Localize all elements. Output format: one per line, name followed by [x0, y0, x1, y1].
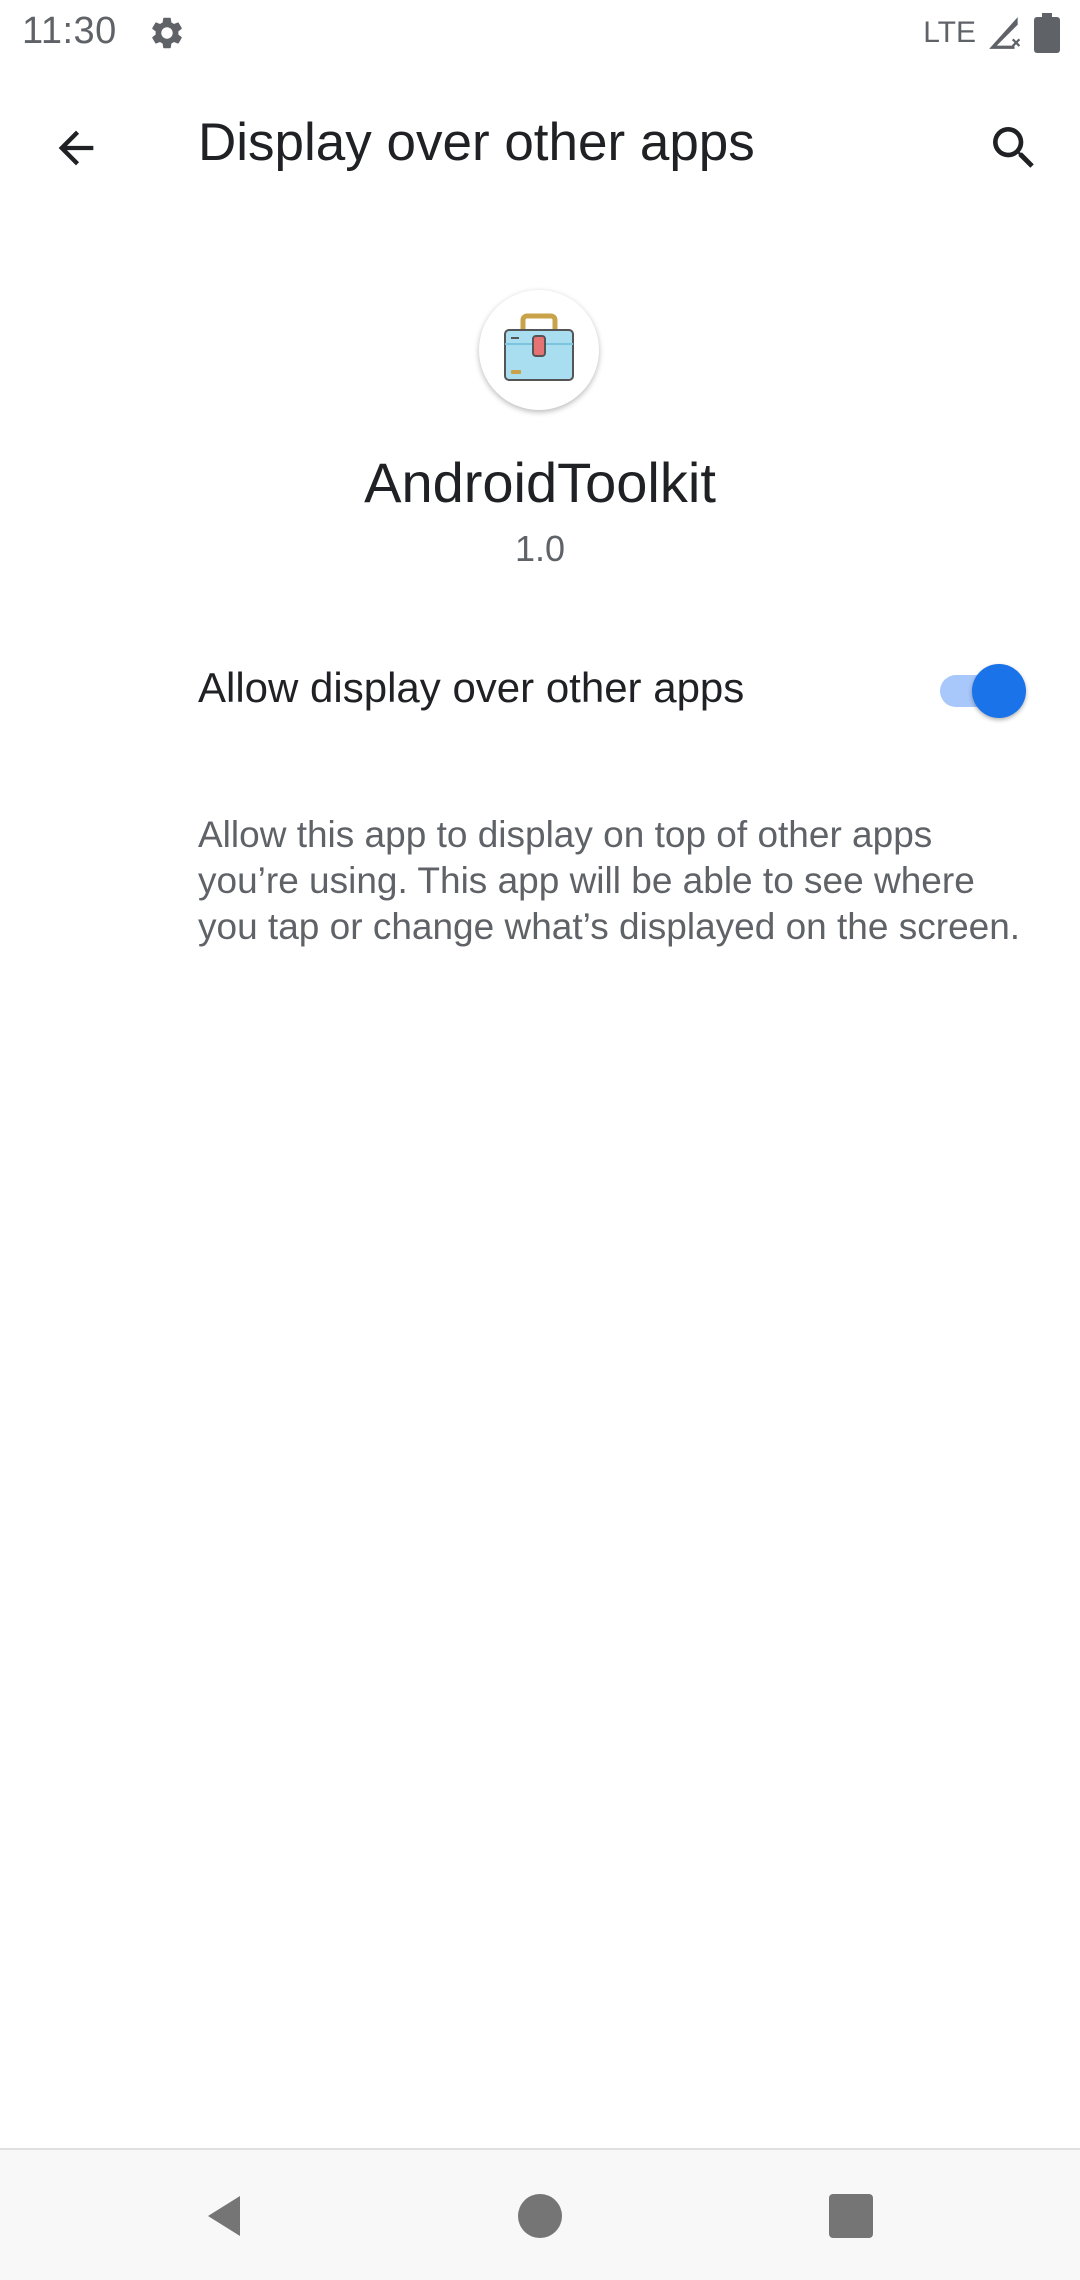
arrow-back-icon	[58, 130, 94, 166]
nav-recents-icon[interactable]	[829, 2194, 873, 2238]
toolbox-icon	[504, 313, 574, 381]
allow-overlay-switch[interactable]	[936, 660, 1028, 720]
allow-overlay-setting-row[interactable]: Allow display over other apps	[0, 640, 1080, 740]
signal-icon	[989, 17, 1021, 49]
setting-label: Allow display over other apps	[198, 664, 745, 711]
search-button[interactable]	[974, 108, 1054, 188]
app-icon	[479, 290, 599, 410]
nav-back-icon[interactable]	[202, 2192, 250, 2240]
status-bar: 11:30 LTE	[0, 0, 1080, 66]
page-title: Display over other apps	[198, 113, 755, 172]
status-time: 11:30	[22, 10, 117, 52]
battery-icon	[1034, 13, 1060, 53]
app-version: 1.0	[514, 528, 566, 569]
switch-thumb	[972, 664, 1026, 718]
settings-icon	[152, 17, 182, 49]
app-name: AndroidToolkit	[364, 451, 716, 514]
setting-description: Allow this app to display on top of othe…	[198, 814, 1021, 947]
network-type: LTE	[923, 16, 976, 49]
back-button[interactable]	[38, 110, 114, 186]
nav-home-icon[interactable]	[518, 2194, 562, 2238]
search-icon	[993, 127, 1034, 168]
navigation-bar	[0, 2148, 1080, 2280]
app-bar: Display over other apps	[0, 66, 1080, 226]
status-right-group: LTE	[923, 12, 1060, 54]
